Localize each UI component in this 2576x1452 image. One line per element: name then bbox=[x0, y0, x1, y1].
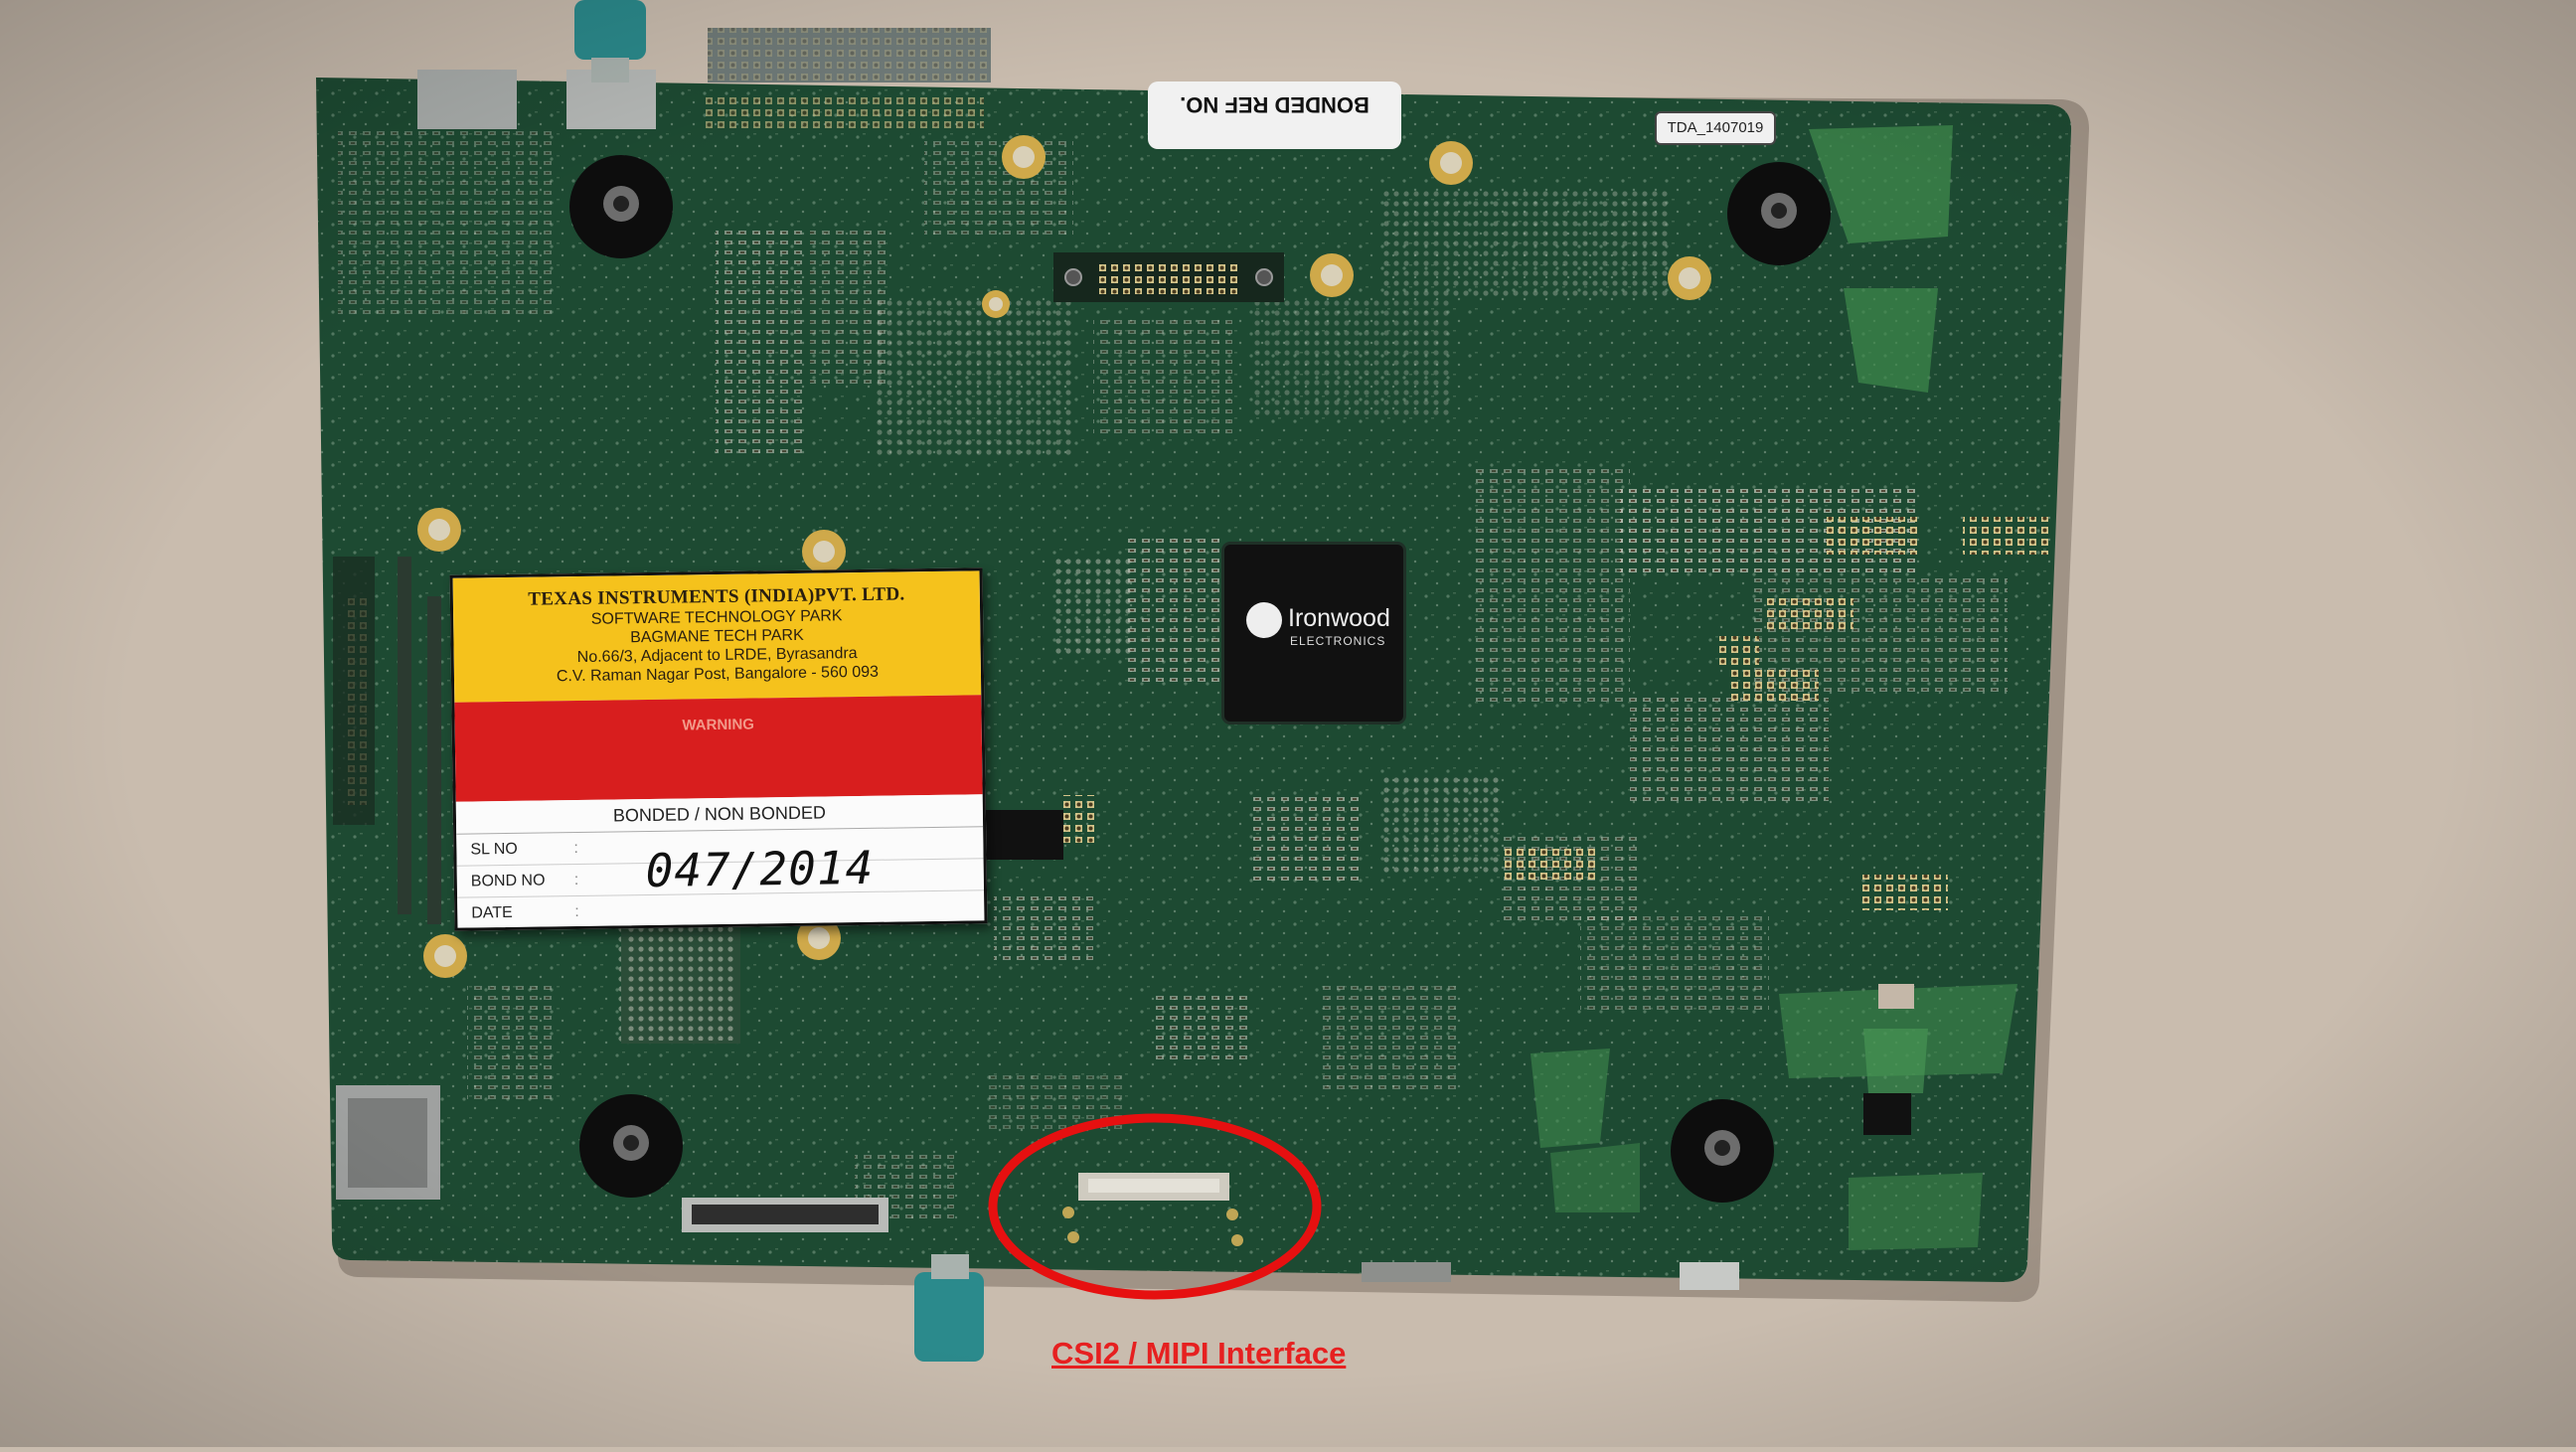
field-label: DATE bbox=[471, 903, 513, 922]
bond-no-handwritten: 047/2014 bbox=[645, 840, 875, 898]
sticker-warning-block: WARNING bbox=[454, 695, 983, 802]
field-colon: : bbox=[573, 871, 579, 889]
board-photo-svg bbox=[0, 0, 2576, 1447]
field-label: BOND NO bbox=[470, 872, 546, 890]
bonded-ref-text: BONDED REF NO. bbox=[1180, 92, 1369, 117]
field-label: SL NO bbox=[470, 840, 518, 859]
sticker-field-row: DATE : bbox=[457, 890, 984, 928]
chip-sub: ELECTRONICS bbox=[1290, 634, 1386, 648]
photo-scene bbox=[0, 0, 2576, 1447]
ti-sticker: TEXAS INSTRUMENTS (INDIA)PVT. LTD. SOFTW… bbox=[449, 567, 988, 931]
sticker-fields-block: BONDED / NON BONDED SL NO : BOND NO : 04… bbox=[455, 794, 985, 928]
field-colon: : bbox=[573, 839, 578, 858]
annotation-caption: CSI2 / MIPI Interface bbox=[1051, 1336, 1347, 1371]
bonded-ref-label: BONDED REF NO. bbox=[1148, 81, 1401, 149]
chip-brand: Ironwood bbox=[1288, 604, 1390, 632]
sticker-warning-title: WARNING bbox=[682, 716, 755, 734]
sticker-address-block: TEXAS INSTRUMENTS (INDIA)PVT. LTD. SOFTW… bbox=[452, 570, 982, 703]
field-colon: : bbox=[574, 902, 579, 921]
tda-id-label: TDA_1407019 bbox=[1655, 111, 1776, 145]
ironwood-chip: Ironwood ELECTRONICS bbox=[1224, 545, 1403, 722]
ironwood-logo-icon bbox=[1246, 602, 1282, 638]
